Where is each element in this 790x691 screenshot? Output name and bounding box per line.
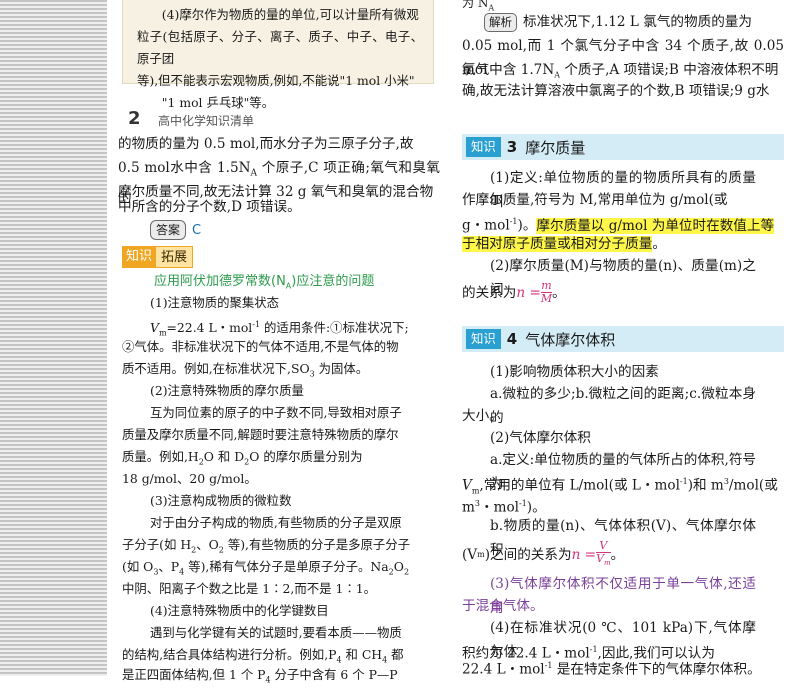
page-header: 2 高中化学知识清单 bbox=[118, 108, 440, 132]
ext-line: 18 g/mol、20 g/mol。 bbox=[122, 471, 257, 486]
tag-label-knowledge: 知识 bbox=[122, 246, 157, 268]
page-edge-stripes bbox=[0, 0, 107, 676]
fraction-m-over-M: mM bbox=[540, 279, 553, 305]
section-number: 3 bbox=[506, 138, 518, 156]
text-line: 的物质的量为 0.5 mol,而水分子为三原子分子,故 bbox=[118, 136, 414, 152]
answer-value: C bbox=[192, 223, 202, 238]
ext-line: 遇到与化学键有关的试题时,要看本质——物质 bbox=[150, 625, 402, 640]
section-header-gas-molar-volume: 知识 4 气体摩尔体积 bbox=[462, 326, 784, 352]
note-line: 粒子(包括原子、分子、离子、质子、中子、电子、原子团 bbox=[137, 29, 423, 66]
text-line: (V m)之间的关系为 n = V Vm 。 bbox=[462, 539, 625, 568]
text-line: 大小。 bbox=[462, 408, 503, 424]
text-line: (2)气体摩尔体积 bbox=[490, 430, 591, 446]
text-line: (1)影响物质体积大小的因素 bbox=[490, 364, 659, 380]
fraction-V-over-Vm: V Vm bbox=[596, 539, 611, 568]
ext-line: 质量及摩尔质量不同,解题时要注意特殊物质的摩尔 bbox=[122, 427, 399, 442]
formula: n = bbox=[516, 284, 541, 301]
section-title: 气体摩尔体积 bbox=[525, 330, 616, 349]
analysis-label: 解析 bbox=[484, 13, 517, 32]
text-line: 于相对原子质量或相对分子质量。 bbox=[462, 236, 666, 252]
ext-line: 中阴、阳离子个数之比是 1∶2,而不是 1∶1。 bbox=[122, 581, 376, 596]
text-line: 作摩尔质量,符号为 M,常用单位为 g/mol(或 bbox=[462, 192, 728, 208]
ext-line: (1)注意物质的聚集状态 bbox=[150, 295, 280, 310]
answer-label: 答案 bbox=[150, 220, 187, 240]
text-line: 的关系为 n = mM 。 bbox=[462, 279, 566, 305]
ext-line: (2)注意特殊物质的摩尔质量 bbox=[150, 383, 304, 398]
note-box: (4)摩尔作为物质的量的单位,可以计量所有微观 粒子(包括原子、分子、离子、质子… bbox=[122, 0, 434, 110]
section-header-molar-mass: 知识 3 摩尔质量 bbox=[462, 134, 784, 160]
highlighted-text: 于相对原子质量或相对分子质量 bbox=[462, 236, 653, 252]
knowledge-extension-tag: 知识 拓展 bbox=[122, 246, 194, 268]
text-line: 22.4 L・mol-1 是在特定条件下的气体摩尔体积。 bbox=[462, 661, 761, 678]
analysis-line: 确,故无法计算溶液中氯离子的个数,B 项错误;9 g水 bbox=[462, 83, 770, 99]
formula: n = bbox=[571, 546, 597, 563]
note-line: 等),但不能表示宏观物质,例如,不能说"1 mol 小米" bbox=[137, 73, 415, 88]
tag-label-extension: 拓展 bbox=[156, 246, 194, 268]
text-line: 中所含的分子个数,D 项错误。 bbox=[118, 199, 301, 215]
section-tag: 知识 bbox=[466, 137, 501, 157]
analysis-line: 解析 标准状况下,1.12 L 氯气的物质的量为 bbox=[462, 10, 784, 34]
section-title: 摩尔质量 bbox=[525, 138, 586, 157]
page-title: 高中化学知识清单 bbox=[158, 114, 255, 128]
extension-title: 应用阿伏加德罗常数(NA)应注意的问题 bbox=[154, 274, 375, 291]
ext-line: 是正四面体结构,但 1 个 P4 分子中含有 6 个 P—P bbox=[122, 667, 398, 685]
ext-line: (4)注意特殊物质中的化学键数目 bbox=[150, 603, 329, 618]
note-line: (4)摩尔作为物质的量的单位,可以计量所有微观 bbox=[161, 7, 419, 22]
section-tag: 知识 bbox=[466, 329, 501, 349]
answer-row: 答案 C bbox=[150, 220, 201, 240]
page-number: 2 bbox=[128, 108, 141, 129]
ext-line: (3)注意构成物质的微粒数 bbox=[150, 493, 292, 508]
highlighted-text: 于混合气体。 bbox=[462, 598, 544, 614]
ext-line: ②气体。非标准状况下的气体不适用,不是气体的物 bbox=[122, 339, 399, 354]
ext-line: 互为同位素的原子的中子数不同,导致相对原子 bbox=[150, 405, 402, 420]
section-number: 4 bbox=[506, 330, 518, 348]
ext-line: 对于由分子构成的物质,有些物质的分子是双原 bbox=[150, 515, 402, 530]
